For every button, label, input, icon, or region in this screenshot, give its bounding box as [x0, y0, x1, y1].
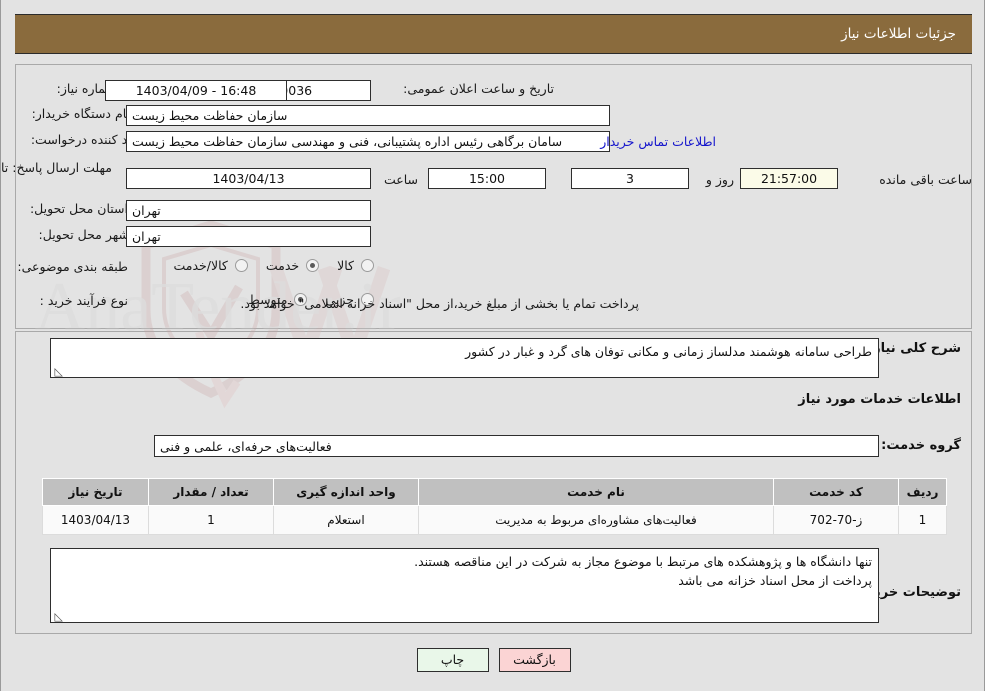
- resize-grip-icon[interactable]: ◺: [53, 366, 63, 377]
- description-textarea[interactable]: طراحی سامانه هوشمند مدلساز زمانی و مکانی…: [50, 338, 879, 378]
- buyer-contact-link[interactable]: اطلاعات تماس خریدار: [600, 134, 716, 149]
- cell-row-no: 1: [898, 505, 947, 535]
- field-process-type: نوع فرآیند خرید :: [40, 292, 128, 310]
- action-buttons: بازگشت چاپ: [1, 648, 984, 672]
- resize-grip-icon[interactable]: ◺: [53, 611, 63, 622]
- back-button[interactable]: بازگشت: [498, 648, 571, 672]
- radio-category-2[interactable]: [234, 259, 248, 272]
- col-service-code: کد خدمت: [773, 478, 899, 506]
- service-group-value[interactable]: فعالیت‌های حرفه‌ای، علمی و فنی: [154, 435, 879, 457]
- process-type-label: نوع فرآیند خرید :: [39, 293, 128, 308]
- buyer-notes-textarea[interactable]: تنها دانشگاه ها و پژوهشکده های مرتبط با …: [50, 548, 879, 623]
- days-separator-label: روز و: [705, 172, 734, 187]
- cell-need-date: 1403/04/13: [42, 505, 149, 535]
- field-province: استان محل تحویل:: [30, 200, 128, 218]
- service-group-label: گروه خدمت:: [881, 438, 961, 453]
- cell-service-name: فعالیت‌های مشاوره‌ای مربوط به مدیریت: [418, 505, 774, 535]
- need-info-panel: [15, 64, 972, 329]
- table-row[interactable]: 1 ز-70-702 فعالیت‌های مشاوره‌ای مربوط به…: [42, 505, 947, 535]
- field-buyer-org: نام دستگاه خریدار:: [32, 105, 130, 123]
- process-note: پرداخت تمام یا بخشی از مبلغ خرید،از محل …: [240, 296, 639, 311]
- deadline-date-value[interactable]: 1403/04/13: [126, 168, 371, 189]
- description-value: طراحی سامانه هوشمند مدلساز زمانی و مکانی…: [465, 344, 872, 359]
- radio-category-0[interactable]: [361, 259, 374, 272]
- page-root: AnaTender.ir جزئیات اطلاعات نیاز شماره ن…: [0, 0, 985, 691]
- window-title-bar: جزئیات اطلاعات نیاز: [15, 14, 972, 54]
- services-table: ردیف کد خدمت نام خدمت واحد اندازه گیری ت…: [42, 478, 947, 535]
- category-label: طبقه بندی موضوعی:: [17, 259, 128, 274]
- province-value[interactable]: تهران: [126, 200, 371, 221]
- field-announce-datetime: تاریخ و ساعت اعلان عمومی:: [403, 80, 554, 98]
- radio-category-1[interactable]: [306, 259, 320, 272]
- cell-unit: استعلام: [273, 505, 419, 535]
- field-city: شهر محل تحویل:: [39, 226, 129, 244]
- description-label: شرح کلی نیاز:: [867, 341, 961, 356]
- print-button[interactable]: چاپ: [416, 648, 489, 672]
- category-radio-group: کالا خدمت کالا/خدمت: [159, 258, 374, 273]
- col-quantity: تعداد / مقدار: [148, 478, 274, 506]
- page-title: جزئیات اطلاعات نیاز: [841, 26, 956, 42]
- cell-quantity: 1: [148, 505, 274, 535]
- col-unit: واحد اندازه گیری: [273, 478, 419, 506]
- city-value[interactable]: تهران: [126, 226, 371, 247]
- cell-service-code: ز-70-702: [773, 505, 899, 535]
- buyer-org-label: نام دستگاه خریدار:: [31, 106, 130, 121]
- buyer-org-value[interactable]: سازمان حفاظت محیط زیست: [126, 105, 610, 126]
- radio-category-2-label: کالا/خدمت: [173, 258, 228, 273]
- creator-value[interactable]: سامان برگاهی رئیس اداره پشتیبانی، فنی و …: [126, 131, 610, 152]
- announce-datetime-label: تاریخ و ساعت اعلان عمومی:: [403, 81, 554, 96]
- col-row-no: ردیف: [898, 478, 947, 506]
- radio-category-0-label: کالا: [337, 258, 354, 273]
- col-service-name: نام خدمت: [418, 478, 774, 506]
- buyer-notes-line-2: پرداخت از محل اسناد خزانه می باشد: [678, 573, 872, 589]
- col-need-date: تاریخ نیاز: [42, 478, 149, 506]
- radio-category-1-label: خدمت: [265, 258, 300, 273]
- time-remaining-suffix-label: ساعت باقی مانده: [879, 172, 972, 187]
- deadline-label: مهلت ارسال پاسخ: تا تاریخ:: [0, 160, 112, 175]
- province-label: استان محل تحویل:: [29, 201, 128, 216]
- days-remaining-value[interactable]: 3: [571, 168, 689, 189]
- city-label: شهر محل تحویل:: [38, 227, 129, 242]
- announce-datetime-value[interactable]: 16:48 - 1403/04/09: [105, 80, 287, 101]
- table-header-row: ردیف کد خدمت نام خدمت واحد اندازه گیری ت…: [42, 478, 947, 506]
- buyer-notes-line-1: تنها دانشگاه ها و پژوهشکده های مرتبط با …: [414, 554, 872, 569]
- field-category: طبقه بندی موضوعی:: [17, 258, 128, 276]
- hour-label: ساعت: [383, 172, 418, 187]
- time-remaining-value[interactable]: 21:57:00: [740, 168, 838, 189]
- field-deadline: مهلت ارسال پاسخ: تا تاریخ:: [1, 160, 112, 176]
- hour-value[interactable]: 15:00: [428, 168, 546, 189]
- services-section-heading: اطلاعات خدمات مورد نیاز: [798, 392, 961, 407]
